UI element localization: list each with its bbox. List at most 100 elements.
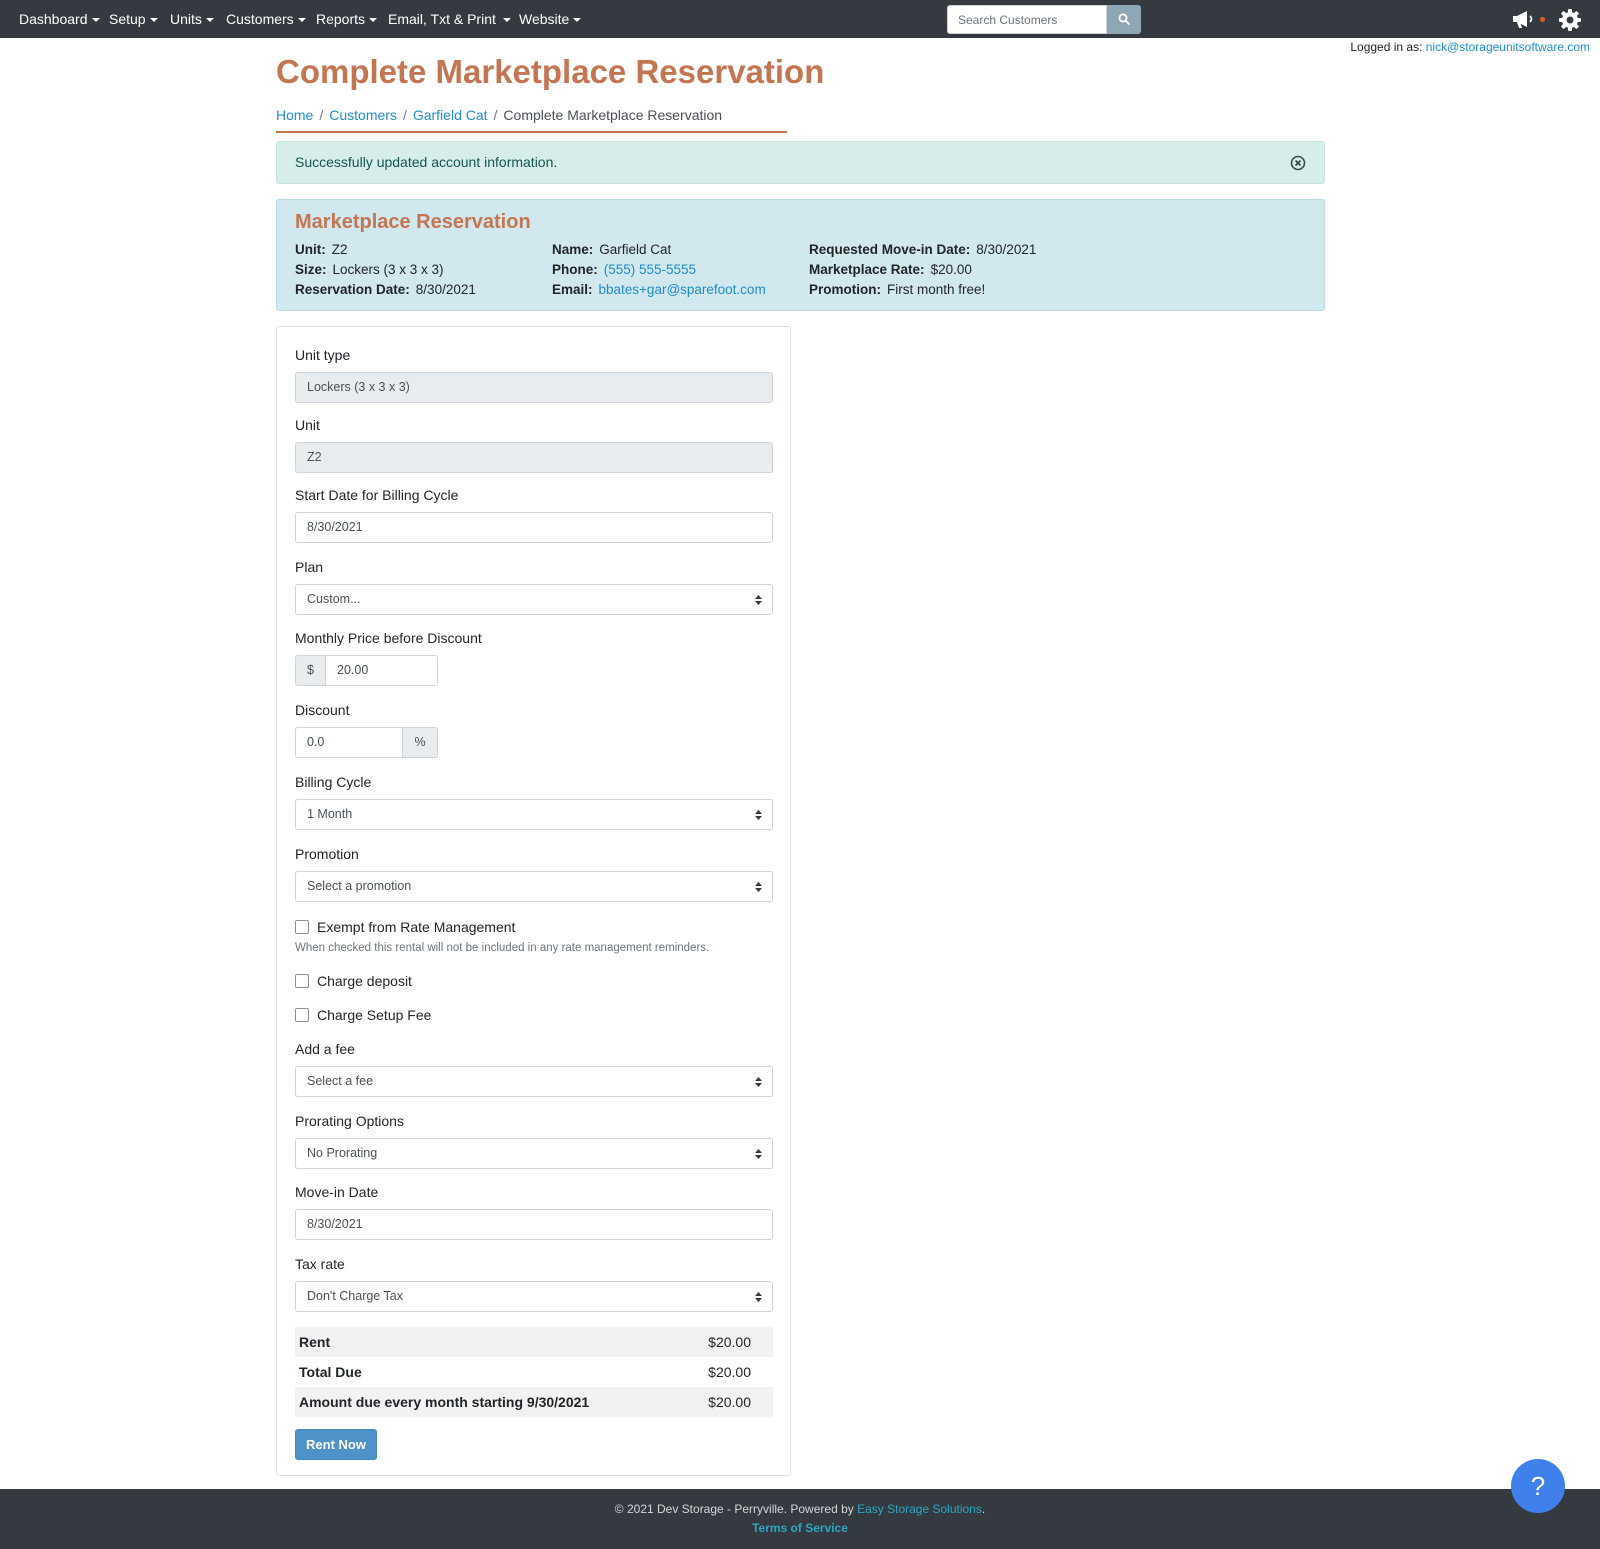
select-arrows-icon: [755, 1292, 762, 1302]
start-date-input[interactable]: 8/30/2021: [295, 512, 773, 543]
billing-cycle-selected-value: 1 Month: [307, 807, 353, 821]
nav-setup-menu[interactable]: Setup: [109, 0, 158, 38]
unit-label: Unit: [295, 417, 320, 433]
rent-now-button[interactable]: Rent Now: [295, 1429, 377, 1460]
checkbox-box[interactable]: [295, 974, 309, 988]
rate-value: $20.00: [930, 262, 972, 277]
select-arrows-icon: [755, 810, 762, 820]
checkbox-box[interactable]: [295, 1008, 309, 1022]
page-title: Complete Marketplace Reservation: [276, 53, 825, 90]
phone-link[interactable]: (555) 555-5555: [604, 262, 696, 277]
prorating-selected-value: No Prorating: [307, 1146, 378, 1160]
nav-customers-menu[interactable]: Customers: [226, 0, 306, 38]
summary-label: Rent: [295, 1327, 684, 1357]
select-arrows-icon: [755, 1149, 762, 1159]
billing-cycle-label: Billing Cycle: [295, 774, 372, 790]
caret-down-icon: [297, 18, 306, 23]
add-fee-select[interactable]: Select a fee: [295, 1066, 773, 1097]
monthly-price-label: Monthly Price before Discount: [295, 630, 482, 646]
add-fee-selected-value: Select a fee: [307, 1074, 374, 1088]
promotion-value: First month free!: [887, 282, 986, 297]
nav-website-menu[interactable]: Website: [519, 0, 582, 38]
start-date-label: Start Date for Billing Cycle: [295, 487, 459, 503]
size-label: Size:: [295, 262, 327, 277]
name-label: Name:: [552, 242, 594, 257]
plan-label: Plan: [295, 559, 324, 575]
charge-setup-label: Charge Setup Fee: [317, 1007, 432, 1023]
plan-select[interactable]: Custom...: [295, 584, 773, 615]
reservation-name: Name: Garfield Cat: [552, 242, 671, 257]
breadcrumb-separator: /: [319, 107, 324, 123]
checkbox-box[interactable]: [295, 920, 309, 934]
tax-rate-select[interactable]: Don't Charge Tax: [295, 1281, 773, 1312]
notification-dot: [1540, 17, 1545, 22]
monthly-price-input[interactable]: 20.00: [325, 655, 438, 686]
terms-of-service-link[interactable]: Terms of Service: [752, 1521, 848, 1535]
nav-email-label: Email, Txt & Print: [388, 11, 496, 27]
table-row: Rent $20.00: [295, 1327, 773, 1357]
prorating-label: Prorating Options: [295, 1113, 404, 1129]
footer-period: .: [981, 1502, 986, 1516]
logged-in-email-link[interactable]: nick@storageunitsoftware.com: [1426, 40, 1590, 54]
nav-website-label: Website: [519, 11, 570, 27]
move-in-date-label: Move-in Date: [295, 1184, 379, 1200]
exempt-label: Exempt from Rate Management: [317, 919, 516, 935]
breadcrumb-customer-link[interactable]: Garfield Cat: [413, 107, 488, 123]
tax-rate-label: Tax rate: [295, 1256, 345, 1272]
phone-label: Phone:: [552, 262, 598, 277]
add-fee-label: Add a fee: [295, 1041, 355, 1057]
search-button[interactable]: [1107, 5, 1141, 34]
select-arrows-icon: [755, 1077, 762, 1087]
charge-deposit-checkbox[interactable]: Charge deposit: [295, 973, 412, 991]
caret-down-icon: [91, 18, 100, 23]
charges-summary-table: Rent $20.00 Total Due $20.00 Amount due …: [295, 1327, 773, 1417]
success-alert: Successfully updated account information…: [276, 141, 1325, 184]
breadcrumb-separator: /: [402, 107, 407, 123]
breadcrumb-current: Complete Marketplace Reservation: [503, 107, 723, 123]
charge-deposit-label: Charge deposit: [317, 973, 412, 989]
currency-addon: $: [295, 655, 326, 686]
promotion-select[interactable]: Select a promotion: [295, 871, 773, 902]
unit-type-label: Unit type: [295, 347, 351, 363]
top-navbar: Dashboard Setup Units Customers Reports …: [0, 0, 1600, 38]
billing-cycle-select[interactable]: 1 Month: [295, 799, 773, 830]
breadcrumb-home-link[interactable]: Home: [276, 107, 313, 123]
reservation-move-in: Requested Move-in Date: 8/30/2021: [809, 242, 1036, 257]
reservation-date-label: Reservation Date:: [295, 282, 410, 297]
nav-dashboard-label: Dashboard: [19, 11, 88, 27]
reservation-phone: Phone: (555) 555-5555: [552, 262, 696, 277]
footer-terms-line: Terms of Service: [0, 1521, 1600, 1535]
help-button[interactable]: ?: [1511, 1459, 1565, 1513]
discount-input[interactable]: 0.0: [295, 727, 403, 758]
breadcrumb-customers-link[interactable]: Customers: [329, 107, 397, 123]
page-footer: © 2021 Dev Storage - Perryville. Powered…: [0, 1489, 1600, 1549]
close-icon[interactable]: [1290, 155, 1306, 171]
summary-value: $20.00: [683, 1327, 773, 1357]
caret-down-icon: [369, 18, 378, 23]
promotion-selected-value: Select a promotion: [307, 879, 412, 893]
nav-units-menu[interactable]: Units: [170, 0, 214, 38]
prorating-select[interactable]: No Prorating: [295, 1138, 773, 1169]
percent-addon: %: [402, 727, 438, 758]
gear-icon[interactable]: [1558, 8, 1582, 32]
email-link[interactable]: bbates+gar@sparefoot.com: [599, 282, 766, 297]
search-customers-input[interactable]: [947, 5, 1107, 34]
powered-by-link[interactable]: Easy Storage Solutions: [857, 1502, 982, 1516]
megaphone-icon[interactable]: [1510, 8, 1538, 30]
reservation-rate: Marketplace Rate: $20.00: [809, 262, 972, 277]
logged-in-info: Logged in as: nick@storageunitsoftware.c…: [1350, 40, 1590, 54]
move-in-date-input[interactable]: 8/30/2021: [295, 1209, 773, 1240]
nav-reports-menu[interactable]: Reports: [316, 0, 378, 38]
footer-copyright: © 2021 Dev Storage - Perryville. Powered…: [614, 1502, 854, 1516]
rental-form-card: Unit type Lockers (3 x 3 x 3) Unit Z2 St…: [276, 326, 791, 1476]
table-row: Total Due $20.00: [295, 1357, 773, 1387]
nav-dashboard-menu[interactable]: Dashboard: [19, 0, 100, 38]
select-arrows-icon: [755, 882, 762, 892]
nav-email-txt-print-menu[interactable]: Email, Txt & Print: [388, 0, 511, 38]
promotion-label: Promotion:: [809, 282, 881, 297]
move-in-label: Requested Move-in Date:: [809, 242, 971, 257]
charge-setup-fee-checkbox[interactable]: Charge Setup Fee: [295, 1007, 431, 1025]
exempt-rate-management-checkbox[interactable]: Exempt from Rate Management: [295, 919, 515, 937]
reservation-date-value: 8/30/2021: [415, 282, 476, 297]
exempt-help-text: When checked this rental will not be inc…: [295, 942, 710, 954]
